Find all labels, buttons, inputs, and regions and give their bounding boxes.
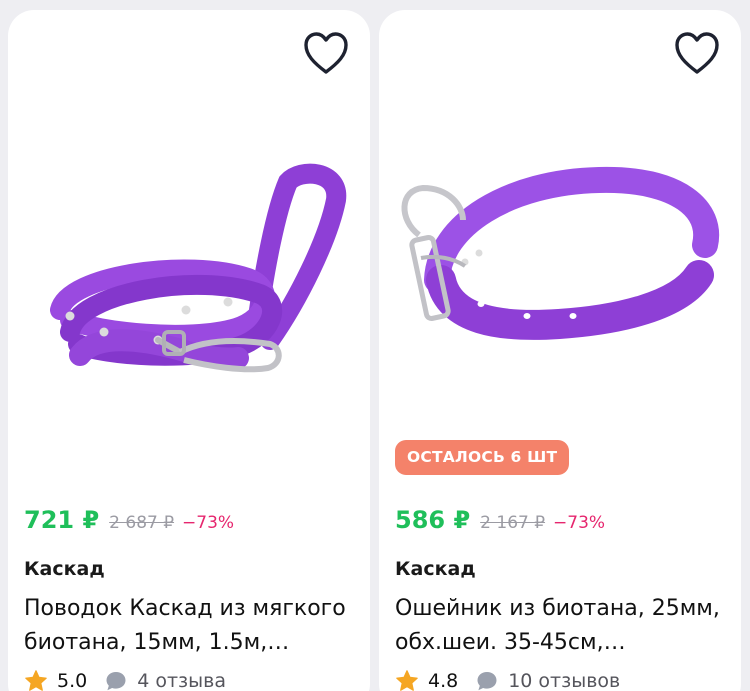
- comment-bubble-icon: [476, 670, 498, 691]
- product-card[interactable]: ОСТАЛОСЬ 6 ШТ 586 ₽ 2 167 ₽ −73% Каскад …: [379, 10, 741, 691]
- product-title[interactable]: Поводок Каскад из мягкого биотана, 15мм,…: [24, 592, 359, 660]
- rating-row: 4.8 10 отзывов: [395, 667, 620, 691]
- rating-row: 5.0 4 отзыва: [24, 667, 226, 691]
- current-price: 721 ₽: [24, 506, 100, 534]
- price-row: 721 ₽ 2 687 ₽ −73%: [24, 506, 234, 540]
- brand-name[interactable]: Каскад: [395, 558, 476, 580]
- product-image[interactable]: [8, 70, 370, 410]
- product-card[interactable]: 721 ₽ 2 687 ₽ −73% Каскад Поводок Каскад…: [8, 10, 370, 691]
- star-icon: [24, 669, 48, 691]
- purple-collar-image: [401, 166, 720, 340]
- old-price: 2 167 ₽: [480, 513, 546, 533]
- current-price: 586 ₽: [395, 506, 471, 534]
- product-image[interactable]: [379, 70, 741, 410]
- discount-badge: −73%: [553, 513, 606, 533]
- comment-bubble-icon: [105, 670, 127, 691]
- reviews-count[interactable]: 4 отзыва: [137, 670, 226, 691]
- reviews-count[interactable]: 10 отзывов: [508, 670, 620, 691]
- brand-name[interactable]: Каскад: [24, 558, 105, 580]
- rating-value: 5.0: [57, 670, 88, 691]
- purple-leash-image: [50, 163, 347, 373]
- star-icon: [395, 669, 419, 691]
- old-price: 2 687 ₽: [109, 513, 175, 533]
- price-row: 586 ₽ 2 167 ₽ −73%: [395, 506, 605, 540]
- product-title[interactable]: Ошейник из биотана, 25мм, обх.шеи. 35-45…: [395, 592, 730, 660]
- discount-badge: −73%: [182, 513, 235, 533]
- stock-badge: ОСТАЛОСЬ 6 ШТ: [395, 440, 570, 475]
- rating-value: 4.8: [428, 670, 459, 691]
